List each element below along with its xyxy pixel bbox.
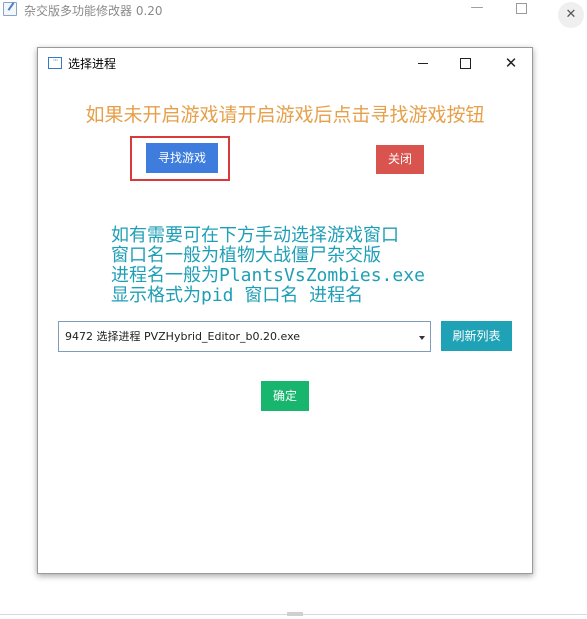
instruction-headline: 如果未开启游戏请开启游戏后点击寻找游戏按钮: [85, 104, 485, 126]
close-icon: ✕: [504, 54, 518, 72]
process-select-value: 9472 选择进程 PVZHybrid_Editor_b0.20.exe: [65, 330, 301, 343]
info-text: 如有需要可在下方手动选择游戏窗口 窗口名一般为植物大战僵尸杂交版 进程名一般为P…: [111, 226, 511, 306]
maximize-icon: [515, 3, 527, 14]
process-select[interactable]: 9472 选择进程 PVZHybrid_Editor_b0.20.exe: [58, 321, 431, 352]
minimize-icon: —: [470, 0, 484, 15]
dialog-title: 选择进程: [68, 57, 117, 71]
info-line: 如有需要可在下方手动选择游戏窗口: [111, 225, 399, 246]
select-process-dialog: ··· 选择进程 ✕ 如果未开启游戏请开启游戏后点击寻找游戏按钮 寻找游戏 关闭…: [37, 47, 533, 574]
info-line: 窗口名一般为植物大战僵尸杂交版: [111, 245, 381, 266]
dropdown-arrow-icon[interactable]: [419, 336, 425, 340]
background-window-titlebar: 杂交版多功能修改器 0.20 — ✕: [0, 0, 587, 28]
maximize-icon: [459, 57, 471, 69]
find-game-button[interactable]: 寻找游戏: [146, 143, 218, 173]
window-dots-icon: ···: [48, 57, 62, 69]
dialog-close-button[interactable]: ✕: [497, 52, 525, 74]
refresh-list-button[interactable]: 刷新列表: [441, 321, 512, 351]
dialog-maximize-button[interactable]: [451, 52, 479, 74]
bottom-resize-handle[interactable]: [287, 612, 303, 616]
confirm-button[interactable]: 确定: [261, 381, 309, 411]
info-line: 进程名一般为PlantsVsZombies.exe: [111, 265, 425, 286]
close-icon: ✕: [565, 7, 577, 22]
background-maximize-button[interactable]: [503, 0, 539, 18]
dialog-titlebar[interactable]: ··· 选择进程 ✕: [38, 48, 532, 78]
background-close-button[interactable]: ✕: [558, 2, 584, 28]
minimize-icon: [418, 62, 428, 64]
dialog-minimize-button[interactable]: [409, 52, 437, 74]
info-line: 显示格式为pid 窗口名 进程名: [111, 285, 364, 306]
background-window-title: 杂交版多功能修改器 0.20: [24, 4, 163, 18]
app-edit-icon: [3, 2, 17, 16]
background-minimize-button[interactable]: —: [459, 0, 495, 18]
close-button[interactable]: 关闭: [376, 145, 424, 174]
